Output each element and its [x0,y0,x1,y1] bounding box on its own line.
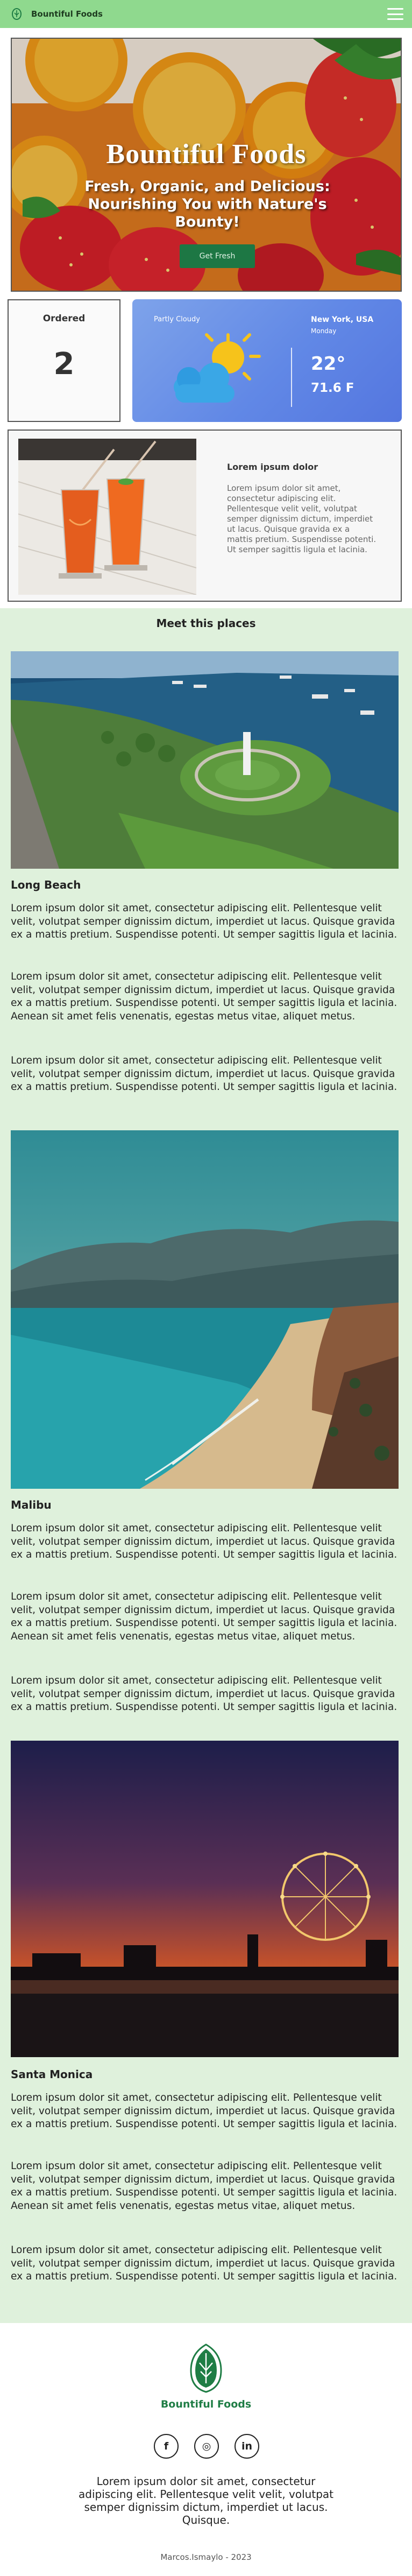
weather-divider [291,348,292,407]
place-paragraph: Lorem ipsum dolor sit amet, consectetur … [11,1591,397,1642]
get-fresh-button[interactable]: Get Fresh [180,244,255,268]
hero-banner: Bountiful Foods Fresh, Organic, and Deli… [11,38,402,292]
place-paragraph: Lorem ipsum dolor sit amet, consectetur … [11,1675,397,1713]
place-paragraph: Lorem ipsum dolor sit amet, consectetur … [11,1523,397,1560]
instagram-glyph: ◎ [202,2440,211,2452]
navbar: Bountiful Foods [0,0,412,28]
place-paragraph: Lorem ipsum dolor sit amet, consectetur … [11,2244,397,2282]
weather-day: Monday [311,327,337,335]
place-paragraph: Lorem ipsum dolor sit amet, consectetur … [11,2160,397,2212]
social-links: f ◎ in [154,2434,259,2459]
menu-icon[interactable] [387,6,403,22]
weather-condition: Partly Cloudy [154,315,200,323]
drinks-image [18,439,196,595]
weather-temp-fahrenheit: 71.6 F [311,381,354,395]
product-title: Lorem ipsum dolor [227,462,318,472]
footer: Bountiful Foods f ◎ in Lorem ipsum dolor… [0,2323,412,2576]
menu-bar [387,8,403,10]
place-paragraph: Lorem ipsum dolor sit amet, consectetur … [11,971,397,1022]
place-name: Malibu [11,1498,52,1511]
linkedin-icon[interactable]: in [235,2434,259,2459]
ordered-label: Ordered [42,313,86,324]
hero-subtitle: Fresh, Organic, and Delicious: Nourishin… [84,178,330,230]
places-title: Meet this places [156,617,256,630]
footer-brand: Bountiful Foods [160,2398,252,2410]
logo-icon[interactable] [10,7,24,21]
product-card: Lorem ipsum dolor Lorem ipsum dolor sit … [8,430,402,602]
place-paragraph: Lorem ipsum dolor sit amet, consectetur … [11,1055,397,1093]
menu-bar [387,13,403,15]
hero-title: Bountiful Foods [106,139,307,170]
nav-brand[interactable]: Bountiful Foods [31,9,103,19]
weather-location: New York, USA [311,315,374,324]
long-beach-image [11,651,399,869]
ordered-count: 2 [53,347,75,382]
place-paragraph: Lorem ipsum dolor sit amet, consectetur … [11,2092,397,2130]
weather-card: Partly Cloudy New York, USA Monday 22° 7… [132,299,402,422]
places-section: Meet this places Long Beach Lorem ipsum … [0,608,412,2323]
footer-text: Lorem ipsum dolor sit amet, consectetur … [79,2475,333,2526]
ordered-card: Ordered 2 [8,299,120,422]
instagram-icon[interactable]: ◎ [194,2434,219,2459]
logo-icon [190,2343,222,2393]
facebook-glyph: f [164,2440,169,2452]
santa-monica-image [11,1741,399,2057]
partly-cloudy-icon [174,333,261,403]
malibu-image [11,1130,399,1489]
place-name: Santa Monica [11,2068,93,2081]
linkedin-glyph: in [241,2440,253,2452]
menu-bar [387,18,403,20]
product-description: Lorem ipsum dolor sit amet, consectetur … [227,483,377,554]
place-paragraph: Lorem ipsum dolor sit amet, consectetur … [11,903,397,940]
place-name: Long Beach [11,878,81,891]
footer-copyright: Marcos.Ismaylo - 2023 [160,2552,252,2562]
weather-temp-celsius: 22° [311,353,346,375]
facebook-icon[interactable]: f [154,2434,179,2459]
